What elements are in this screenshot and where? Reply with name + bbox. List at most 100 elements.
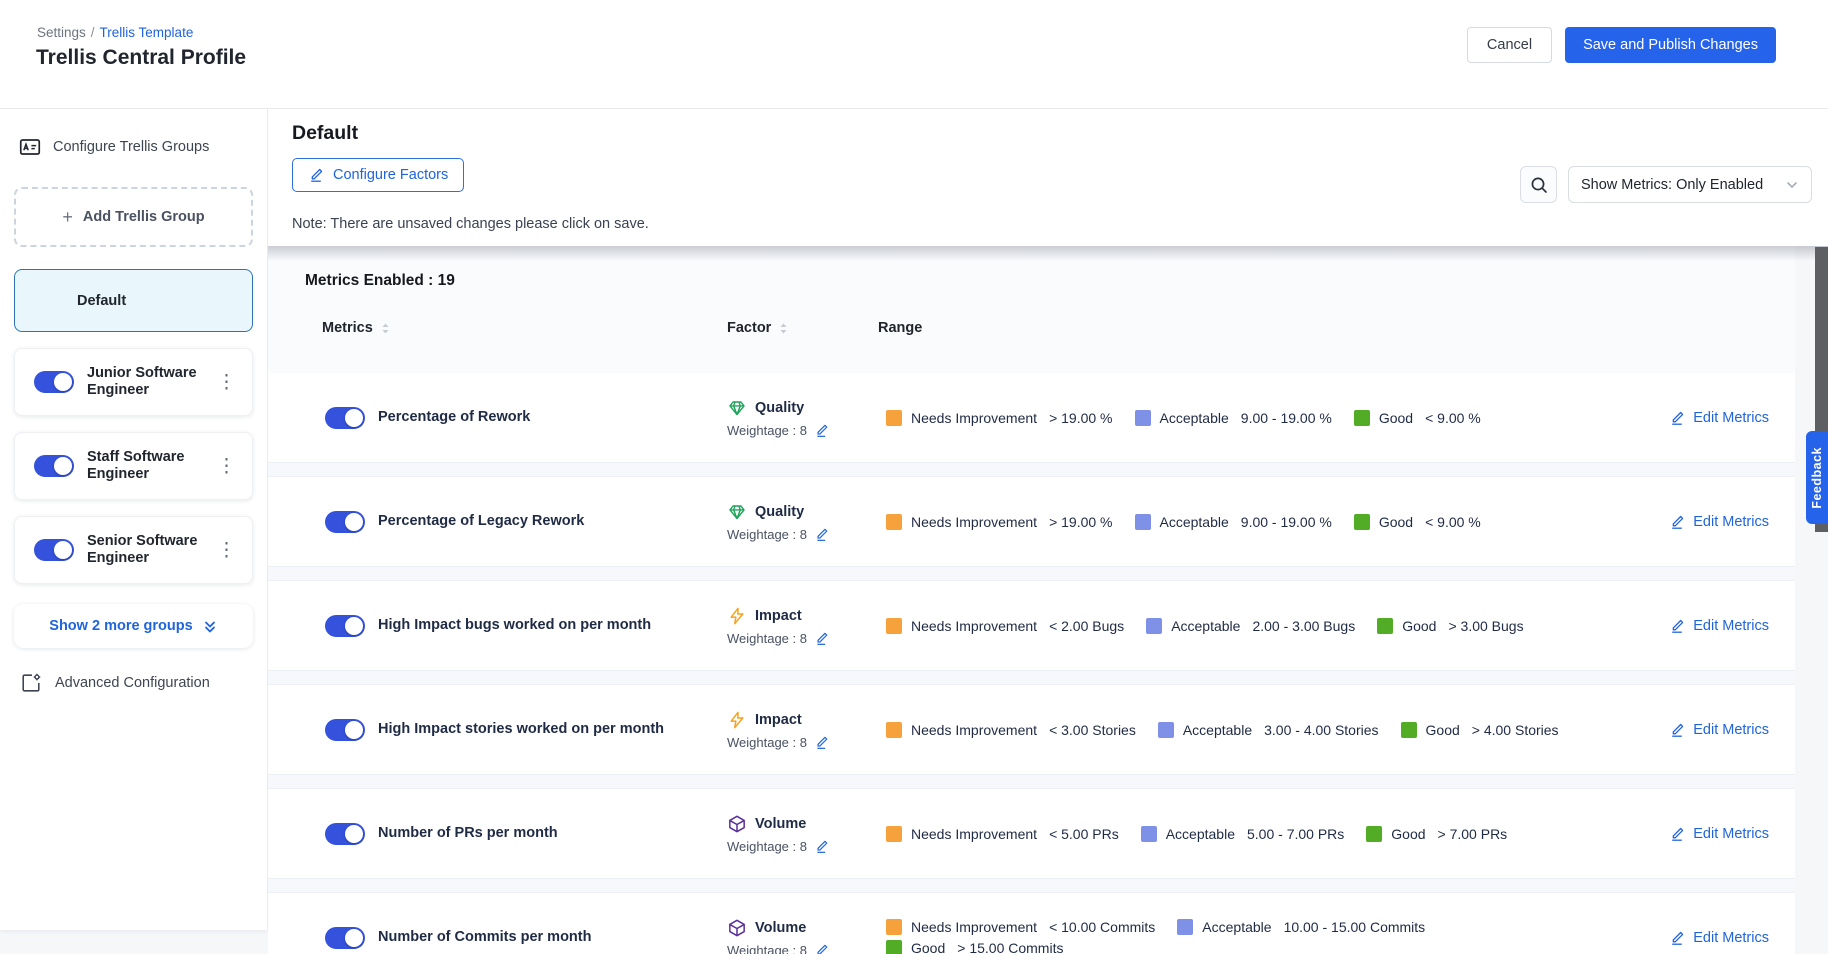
- breadcrumb: Settings/Trellis Template: [37, 25, 193, 40]
- kebab-menu-icon[interactable]: ⋮: [211, 537, 242, 564]
- page-header: Settings/Trellis Template Trellis Centra…: [0, 0, 1828, 109]
- row-separator: [268, 878, 1795, 893]
- edit-metrics-link[interactable]: Edit Metrics: [1627, 410, 1795, 426]
- range-value: > 19.00 %: [1049, 514, 1112, 530]
- factor-cell: Quality Weightage : 8: [727, 502, 878, 542]
- weightage: Weightage : 8: [727, 735, 878, 750]
- group-toggle[interactable]: [34, 455, 74, 477]
- range-color-swatch: [886, 826, 902, 842]
- weightage: Weightage : 8: [727, 839, 878, 854]
- breadcrumb-settings[interactable]: Settings: [37, 25, 86, 40]
- show-more-groups-label: Show 2 more groups: [49, 618, 192, 634]
- metric-name: Number of PRs per month: [378, 825, 574, 842]
- add-trellis-group-button[interactable]: + Add Trellis Group: [14, 187, 253, 247]
- factor-name: Quality: [755, 504, 804, 520]
- sidebar-item-junior-software-engineer[interactable]: Junior Software Engineer ⋮: [14, 348, 253, 416]
- cancel-button[interactable]: Cancel: [1467, 27, 1552, 63]
- range-chip: Good> 7.00 PRs: [1366, 826, 1507, 842]
- weightage: Weightage : 8: [727, 527, 878, 542]
- pencil-icon: [1669, 826, 1685, 842]
- sort-arrows-icon[interactable]: [380, 322, 391, 335]
- plus-icon: +: [62, 207, 73, 228]
- weightage: Weightage : 8: [727, 631, 878, 646]
- factor-badge: Impact: [727, 606, 878, 626]
- range-label: Needs Improvement: [911, 514, 1037, 530]
- show-metrics-filter-dropdown[interactable]: Show Metrics: Only Enabled: [1568, 166, 1812, 203]
- range-value: 9.00 - 19.00 %: [1241, 410, 1332, 426]
- range-color-swatch: [1158, 722, 1174, 738]
- range-label: Needs Improvement: [911, 722, 1037, 738]
- feedback-tab[interactable]: Feedback: [1806, 431, 1828, 524]
- sidebar-item-senior-software-engineer[interactable]: Senior Software Engineer ⋮: [14, 516, 253, 584]
- range-label: Acceptable: [1160, 514, 1229, 530]
- range-label: Good: [1379, 514, 1413, 530]
- range-value: 3.00 - 4.00 Stories: [1264, 722, 1378, 738]
- search-button[interactable]: [1520, 166, 1557, 203]
- range-label: Acceptable: [1166, 826, 1235, 842]
- column-header-factor[interactable]: Factor: [727, 320, 878, 336]
- column-header-metrics[interactable]: Metrics: [322, 320, 727, 336]
- range-value: < 9.00 %: [1425, 514, 1481, 530]
- edit-weightage-pencil-icon[interactable]: [814, 527, 829, 542]
- table-scroll-region: Metrics Enabled : 19 Metrics Factor: [268, 246, 1828, 954]
- configure-factors-label: Configure Factors: [333, 167, 448, 183]
- range-label: Acceptable: [1171, 618, 1240, 634]
- metric-toggle[interactable]: [325, 407, 365, 429]
- toggle-knob: [54, 373, 72, 391]
- edit-metrics-label: Edit Metrics: [1693, 618, 1769, 634]
- sidebar-item-staff-software-engineer[interactable]: Staff Software Engineer ⋮: [14, 432, 253, 500]
- range-value: < 9.00 %: [1425, 410, 1481, 426]
- configure-factors-button[interactable]: Configure Factors: [292, 158, 464, 192]
- edit-weightage-pencil-icon[interactable]: [814, 423, 829, 438]
- group-toggle[interactable]: [34, 539, 74, 561]
- range-chip: Good < 9.00 %: [1354, 514, 1481, 530]
- row-separator: [268, 774, 1795, 789]
- column-label: Range: [878, 320, 922, 336]
- row-separator: [268, 462, 1795, 477]
- sort-arrows-icon[interactable]: [778, 322, 789, 335]
- range-value: > 15.00 Commits: [957, 940, 1063, 954]
- range-label: Acceptable: [1183, 722, 1252, 738]
- header-actions: Cancel Save and Publish Changes: [1467, 27, 1776, 63]
- edit-weightage-pencil-icon[interactable]: [814, 735, 829, 750]
- range-chip: Acceptable9.00 - 19.00 %: [1135, 410, 1332, 426]
- edit-weightage-pencil-icon[interactable]: [814, 839, 829, 854]
- table-body: Percentage of Rework Quality Weightage :…: [268, 373, 1795, 954]
- edit-metrics-link[interactable]: Edit Metrics: [1627, 514, 1795, 530]
- group-toggle[interactable]: [34, 371, 74, 393]
- metric-toggle[interactable]: [325, 615, 365, 637]
- range-value: > 19.00 %: [1049, 410, 1112, 426]
- metric-cell: Percentage of Legacy Rework: [325, 511, 727, 533]
- range-value: > 3.00 Bugs: [1448, 618, 1523, 634]
- show-more-groups-button[interactable]: Show 2 more groups: [14, 604, 253, 648]
- pencil-icon: [1669, 618, 1685, 634]
- edit-metrics-link[interactable]: Edit Metrics: [1627, 930, 1795, 946]
- metric-toggle[interactable]: [325, 719, 365, 741]
- range-value: 10.00 - 15.00 Commits: [1284, 919, 1426, 935]
- range-chip: Needs Improvement< 5.00 PRs: [886, 826, 1119, 842]
- breadcrumb-trellis-template[interactable]: Trellis Template: [100, 25, 194, 40]
- metric-toggle[interactable]: [325, 927, 365, 949]
- edit-weightage-pencil-icon[interactable]: [814, 943, 829, 954]
- range-chip: Needs Improvement< 2.00 Bugs: [886, 618, 1124, 634]
- id-card-icon: [18, 135, 42, 159]
- advanced-configuration-link[interactable]: Advanced Configuration: [14, 672, 253, 694]
- metric-toggle[interactable]: [325, 511, 365, 533]
- save-and-publish-button[interactable]: Save and Publish Changes: [1565, 27, 1776, 63]
- edit-weightage-pencil-icon[interactable]: [814, 631, 829, 646]
- edit-metrics-link[interactable]: Edit Metrics: [1627, 826, 1795, 842]
- kebab-menu-icon[interactable]: ⋮: [211, 369, 242, 396]
- range-color-swatch: [886, 722, 902, 738]
- edit-metrics-label: Edit Metrics: [1693, 514, 1769, 530]
- metric-toggle[interactable]: [325, 823, 365, 845]
- edit-metrics-link[interactable]: Edit Metrics: [1627, 618, 1795, 634]
- range-label: Good: [1379, 410, 1413, 426]
- edit-metrics-link[interactable]: Edit Metrics: [1627, 722, 1795, 738]
- kebab-menu-icon[interactable]: ⋮: [211, 453, 242, 480]
- sidebar-item-default[interactable]: Default: [14, 269, 253, 332]
- factor-badge: Quality: [727, 502, 878, 522]
- range-value: 5.00 - 7.00 PRs: [1247, 826, 1344, 842]
- weightage: Weightage : 8: [727, 423, 878, 438]
- range-label: Acceptable: [1202, 919, 1271, 935]
- range-label: Needs Improvement: [911, 410, 1037, 426]
